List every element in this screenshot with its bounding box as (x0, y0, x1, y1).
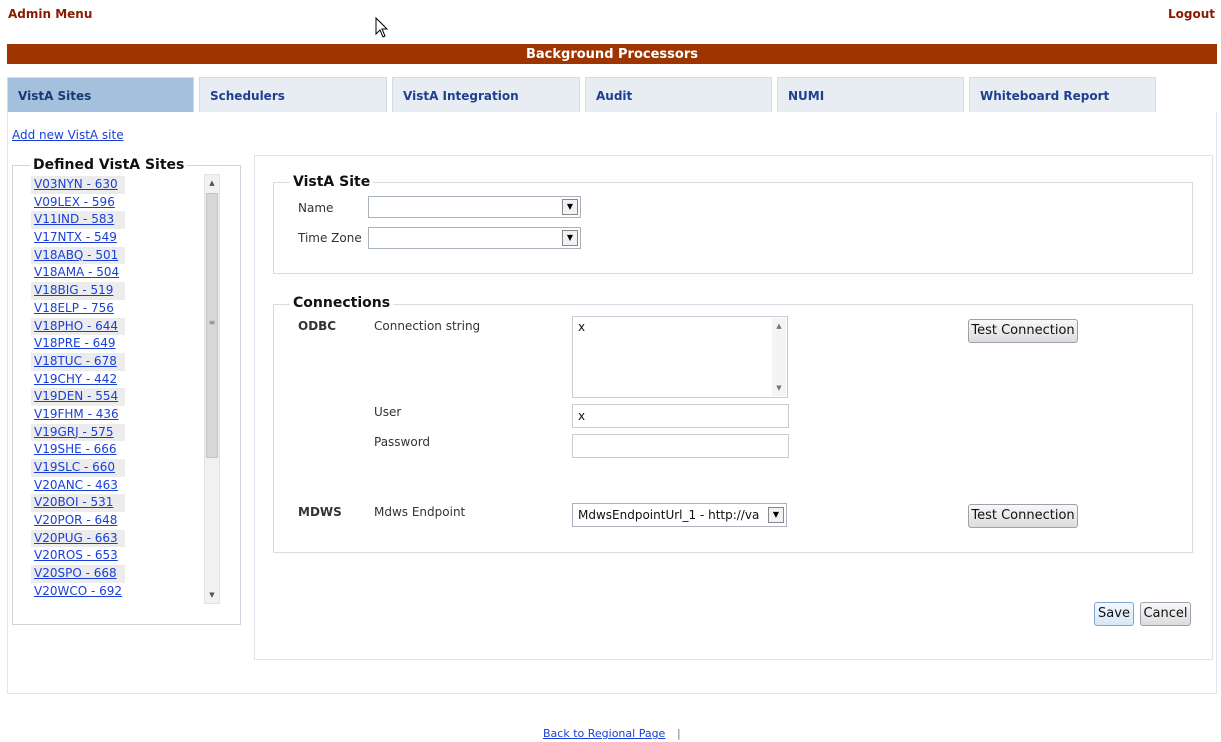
user-label: User (374, 405, 402, 419)
tab-vista-sites[interactable]: VistA Sites (7, 77, 194, 113)
chevron-down-icon[interactable]: ▼ (562, 230, 578, 246)
test-mdws-connection-button[interactable]: Test Connection (968, 504, 1078, 528)
scroll-up-arrow-icon[interactable]: ▲ (205, 176, 219, 190)
site-list-item[interactable]: V20ANC - 463 (31, 477, 201, 495)
chevron-down-icon[interactable]: ▼ (768, 507, 784, 523)
site-list-item[interactable]: V18TUC - 678 (31, 352, 125, 371)
sites-list: V03NYN - 630 V09LEX - 596 V11IND - 583 V17N… (31, 176, 201, 601)
page-title-bar: Background Processors (7, 44, 1217, 64)
site-list-item[interactable]: V19DEN - 554 (31, 388, 125, 406)
site-list-item[interactable]: V20SPO - 668 (31, 565, 125, 583)
site-list-item[interactable]: V03NYN - 630 (31, 176, 125, 194)
name-select[interactable]: ▼ (368, 196, 581, 218)
site-list-item[interactable]: V19CHY - 442 (31, 371, 201, 389)
site-list-item[interactable]: V11IND - 583 (31, 211, 125, 230)
site-list-item[interactable]: V20BOI - 531 (31, 494, 125, 513)
site-list-item[interactable]: V18PRE - 649 (31, 335, 201, 353)
back-to-regional-page-link[interactable]: Back to Regional Page (543, 727, 665, 740)
tab-whiteboard-report[interactable]: Whiteboard Report (969, 77, 1156, 113)
site-list-item[interactable]: V19FHM - 436 (31, 406, 201, 424)
site-list-item[interactable]: V09LEX - 596 (31, 194, 201, 212)
mdws-label: MDWS (298, 505, 342, 519)
site-list-item[interactable]: V19SHE - 666 (31, 441, 201, 459)
mdws-endpoint-value: MdwsEndpointUrl_1 - http://va (578, 508, 760, 522)
tab-numi[interactable]: NUMI (777, 77, 964, 113)
timezone-select[interactable]: ▼ (368, 227, 581, 249)
password-label: Password (374, 435, 431, 449)
scroll-down-arrow-icon[interactable]: ▼ (772, 384, 786, 392)
tab-audit[interactable]: Audit (585, 77, 772, 113)
site-list-item[interactable]: V18ABQ - 501 (31, 246, 125, 265)
vista-site-legend: VistA Site (290, 174, 374, 190)
site-list-item[interactable]: V19GRJ - 575 (31, 423, 125, 442)
chevron-down-icon[interactable]: ▼ (562, 199, 578, 215)
logout-link[interactable]: Logout (1168, 7, 1215, 21)
tab-vista-integration[interactable]: VistA Integration (392, 77, 580, 113)
footer-separator: | (677, 727, 681, 740)
password-input[interactable] (572, 434, 789, 458)
site-list-item[interactable]: V20WCO - 692 (31, 583, 201, 601)
user-input[interactable]: x (572, 404, 789, 428)
site-list-item[interactable]: V19SLC - 660 (31, 459, 125, 477)
site-list-item[interactable]: V20PUG - 663 (31, 529, 125, 548)
scroll-thumb[interactable]: ≡ (206, 193, 218, 458)
scroll-up-arrow-icon[interactable]: ▲ (772, 322, 786, 330)
mouse-cursor-icon (375, 17, 389, 38)
tab-schedulers[interactable]: Schedulers (199, 77, 387, 113)
connection-string-value: x (578, 320, 586, 334)
grip-icon: ≡ (208, 318, 216, 327)
name-label: Name (298, 201, 334, 215)
connection-string-label: Connection string (374, 319, 481, 333)
site-list-item[interactable]: V20ROS - 653 (31, 547, 201, 565)
site-list-item[interactable]: V18ELP - 756 (31, 300, 201, 318)
connection-string-textarea[interactable]: x ▲ ▼ (572, 316, 788, 398)
site-list-item[interactable]: V18PHO - 644 (31, 317, 125, 336)
site-list-item[interactable]: V20POR - 648 (31, 512, 201, 530)
admin-menu-link[interactable]: Admin Menu (8, 7, 92, 21)
save-button[interactable]: Save (1094, 602, 1134, 626)
site-list-item[interactable]: V17NTX - 549 (31, 229, 201, 247)
timezone-label: Time Zone (298, 231, 362, 245)
scroll-down-arrow-icon[interactable]: ▼ (205, 588, 219, 602)
connections-legend: Connections (290, 295, 394, 311)
sites-scrollbar[interactable]: ▲ ≡ ▼ (204, 174, 220, 604)
site-list-item[interactable]: V18BIG - 519 (31, 282, 125, 300)
test-odbc-connection-button[interactable]: Test Connection (968, 319, 1078, 343)
defined-sites-legend: Defined VistA Sites (30, 157, 188, 173)
mdws-endpoint-label: Mdws Endpoint (374, 505, 466, 519)
mdws-endpoint-select[interactable]: MdwsEndpointUrl_1 - http://va ▼ (572, 503, 787, 527)
add-vista-site-link[interactable]: Add new VistA site (12, 128, 124, 142)
textarea-scrollbar[interactable]: ▲ ▼ (772, 318, 786, 396)
cancel-button[interactable]: Cancel (1140, 602, 1191, 626)
odbc-label: ODBC (298, 319, 337, 333)
site-list-item[interactable]: V18AMA - 504 (31, 264, 201, 282)
